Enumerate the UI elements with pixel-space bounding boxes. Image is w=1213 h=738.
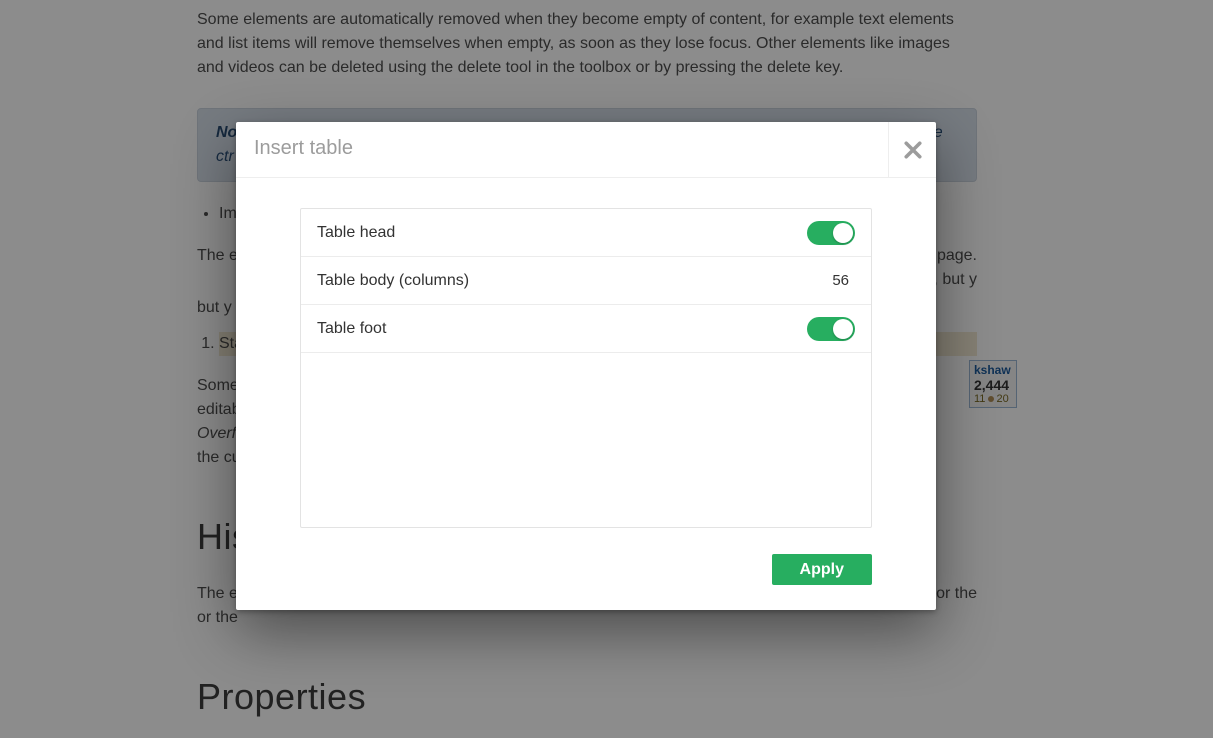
option-label: Table foot: [317, 320, 386, 338]
close-icon: [904, 141, 922, 159]
option-row-table-head: Table head: [301, 209, 871, 257]
table-head-toggle[interactable]: [807, 221, 855, 245]
option-row-table-foot: Table foot: [301, 305, 871, 353]
close-button[interactable]: [888, 122, 936, 177]
dialog-body: Table head Table body (columns) 56 Table…: [236, 178, 936, 540]
option-label: Table head: [317, 224, 395, 242]
dialog-title: Insert table: [236, 122, 371, 177]
insert-table-dialog: Insert table Table head Table body (colu…: [236, 122, 936, 610]
toggle-knob: [833, 319, 853, 339]
apply-button[interactable]: Apply: [772, 554, 872, 585]
option-row-table-body: Table body (columns) 56: [301, 257, 871, 305]
table-foot-toggle[interactable]: [807, 317, 855, 341]
table-body-columns-value[interactable]: 56: [819, 272, 849, 289]
toggle-knob: [833, 223, 853, 243]
options-box: Table head Table body (columns) 56 Table…: [300, 208, 872, 528]
dialog-footer: Apply: [236, 540, 936, 585]
dialog-header: Insert table: [236, 122, 936, 178]
option-label: Table body (columns): [317, 272, 469, 290]
